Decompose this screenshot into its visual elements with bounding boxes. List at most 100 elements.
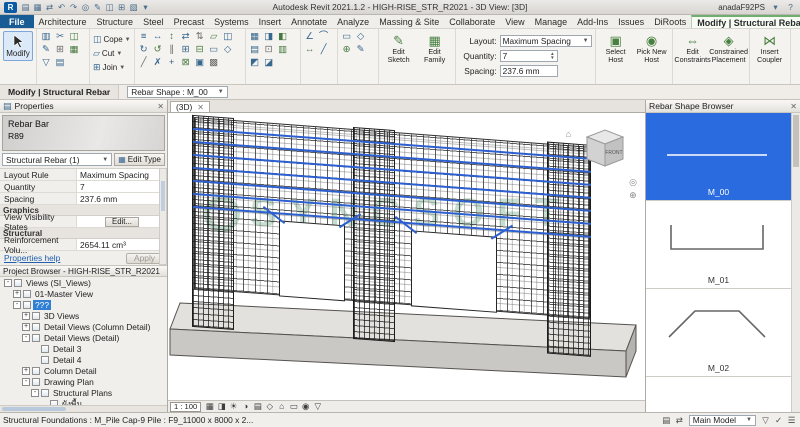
tab-precast[interactable]: Precast — [169, 15, 210, 28]
linework-icon[interactable]: ▥ — [277, 44, 289, 56]
apply-button[interactable]: Apply — [126, 253, 163, 264]
temporary-hide-icon[interactable]: ◑ — [240, 401, 251, 412]
sync-icon[interactable]: ⇄ — [44, 2, 55, 13]
render-icon[interactable]: ◪ — [263, 57, 275, 69]
tab-analyze[interactable]: Analyze — [332, 15, 374, 28]
move-icon[interactable]: ↔ — [152, 31, 164, 43]
rebar-shape-card[interactable]: M_00 — [646, 113, 791, 201]
open-icon[interactable]: ▤ — [20, 2, 31, 13]
tree-item[interactable]: +3D Views — [0, 310, 167, 321]
worksets-icon[interactable]: ▤ — [661, 415, 672, 426]
paste-icon[interactable]: ▥ — [40, 31, 52, 43]
tab-annotate[interactable]: Annotate — [286, 15, 332, 28]
selection-filter-icon[interactable]: ▽ — [760, 415, 771, 426]
mirror-icon[interactable]: ⇄ — [180, 31, 192, 43]
property-value[interactable]: Maximum Spacing — [76, 169, 167, 180]
tab-massing-site[interactable]: Massing & Site — [374, 15, 444, 28]
close-view-icon[interactable]: ✕ — [197, 103, 204, 112]
shadows-icon[interactable]: ◨ — [216, 401, 227, 412]
diagonal-icon[interactable]: ╱ — [318, 44, 330, 56]
add-icon[interactable]: + — [166, 57, 178, 69]
detail-level-icon[interactable]: ▤ — [252, 401, 263, 412]
close-icon[interactable]: ✕ — [157, 102, 164, 111]
default-3d-view-icon[interactable]: ◫ — [104, 2, 115, 13]
view-cube[interactable]: FRONT — [575, 125, 629, 173]
arc-icon[interactable]: ⌒ — [318, 31, 330, 43]
rotate-icon[interactable]: ↻ — [138, 44, 150, 56]
rebar-shape-card[interactable] — [646, 377, 791, 412]
demolish-icon[interactable]: ⊠ — [180, 57, 192, 69]
tab-file[interactable]: File — [0, 15, 34, 28]
zoom-icon[interactable]: ⊕ — [629, 190, 637, 201]
tab-modify-structural-rebar[interactable]: Modify | Structural Rebar — [691, 15, 800, 28]
property-value[interactable]: 7 — [76, 181, 167, 192]
tab-insert[interactable]: Insert — [254, 15, 287, 28]
create-parts-icon[interactable]: ✎ — [355, 44, 367, 56]
selection-count-icon[interactable]: ☰ — [786, 415, 797, 426]
create-similar-icon[interactable]: ◇ — [355, 31, 367, 43]
redo-icon[interactable]: ↷ — [68, 2, 79, 13]
tree-item[interactable]: +Column Detail — [0, 365, 167, 376]
tab-view[interactable]: View — [500, 15, 529, 28]
align-icon[interactable]: ≡ — [138, 31, 150, 43]
angle-icon[interactable]: ∠ — [304, 31, 316, 43]
tree-item[interactable]: Detail 4 — [0, 354, 167, 365]
glue-icon[interactable]: ▦ — [68, 44, 80, 56]
tree-item[interactable]: +Detail Views (Column Detail) — [0, 321, 167, 332]
edit-constraints-button[interactable]: ⇔Edit Constraints — [676, 31, 710, 65]
sun-path-icon[interactable]: ☀ — [228, 401, 239, 412]
notification-icon[interactable]: ▾ — [770, 2, 781, 13]
trim-icon[interactable]: ⊞ — [180, 44, 192, 56]
offset-icon[interactable]: ↕ — [166, 31, 178, 43]
tree-item[interactable]: -Detail Views (Detail) — [0, 332, 167, 343]
tree-expander[interactable]: - — [31, 389, 39, 397]
tab-issues[interactable]: Issues — [613, 15, 649, 28]
shadow-icon[interactable]: ◩ — [249, 57, 261, 69]
delete-icon[interactable]: ✗ — [152, 57, 164, 69]
tab-collaborate[interactable]: Collaborate — [444, 15, 500, 28]
temporary-view-properties-icon[interactable]: ▽ — [312, 401, 323, 412]
rebar-shape-card[interactable]: M_01 — [646, 201, 791, 289]
tree-expander[interactable]: - — [4, 279, 12, 287]
tree-expander[interactable]: - — [13, 301, 21, 309]
tree-item[interactable]: -Views (SI_Views) — [0, 277, 167, 288]
measure-icon[interactable]: ◎ — [80, 2, 91, 13]
show-crop-icon[interactable]: ⌂ — [276, 401, 287, 412]
extend-icon[interactable]: ⊟ — [194, 44, 206, 56]
design-options-icon[interactable]: ⇄ — [674, 415, 685, 426]
hide-icon[interactable]: ◧ — [277, 31, 289, 43]
unpin-icon[interactable]: ◇ — [222, 44, 234, 56]
tree-item[interactable]: -Drawing Plan — [0, 376, 167, 387]
project-browser-hscrollbar[interactable] — [0, 405, 167, 412]
select-host-button[interactable]: ▣Select Host — [599, 31, 633, 65]
tree-expander[interactable]: + — [22, 323, 30, 331]
edit-sketch-button[interactable]: ✎Edit Sketch — [382, 31, 416, 65]
tab-systems[interactable]: Systems — [209, 15, 254, 28]
copy-icon[interactable]: ◫ — [222, 31, 234, 43]
insert-coupler-button[interactable]: ⋈Insert Coupler — [753, 31, 787, 65]
type-preview[interactable]: Rebar Bar R89 — [2, 115, 165, 151]
tree-item[interactable]: -??? — [0, 299, 167, 310]
tab-architecture[interactable]: Architecture — [34, 15, 92, 28]
rotate-ccw-icon[interactable]: ↺ — [152, 44, 164, 56]
properties-help-link[interactable]: Properties help — [4, 253, 60, 263]
visual-style-icon[interactable]: ▦ — [204, 401, 215, 412]
rebar-shape-combo[interactable]: Rebar Shape : M_00 ▼ — [127, 86, 228, 98]
tree-expander[interactable]: + — [13, 290, 21, 298]
filter-icon[interactable]: ▽ — [40, 57, 52, 69]
constrained-placement-button[interactable]: ◈Constrained Placement — [712, 31, 746, 65]
property-value[interactable]: 2654.11 cm³ — [76, 239, 167, 250]
tree-item[interactable]: Detail 3 — [0, 343, 167, 354]
layout-select[interactable]: Maximum Spacing▼ — [500, 35, 592, 47]
cut-menu-item[interactable]: ▱Cut▼ — [93, 48, 131, 59]
scale-control[interactable]: 1 : 100 — [170, 402, 201, 412]
measure-line-icon[interactable]: ↔ — [304, 44, 316, 56]
create-group-icon[interactable]: ▭ — [341, 31, 353, 43]
spacing-input[interactable]: 237.6 mm — [500, 65, 558, 77]
join-menu-item[interactable]: ⊞Join▼ — [93, 62, 131, 73]
revit-logo-icon[interactable]: R — [4, 2, 17, 13]
scale-icon[interactable]: ▱ — [208, 31, 220, 43]
tab-structure[interactable]: Structure — [92, 15, 139, 28]
steering-wheel-icon[interactable]: ◎ — [629, 177, 637, 188]
tree-expander[interactable]: + — [22, 312, 30, 320]
